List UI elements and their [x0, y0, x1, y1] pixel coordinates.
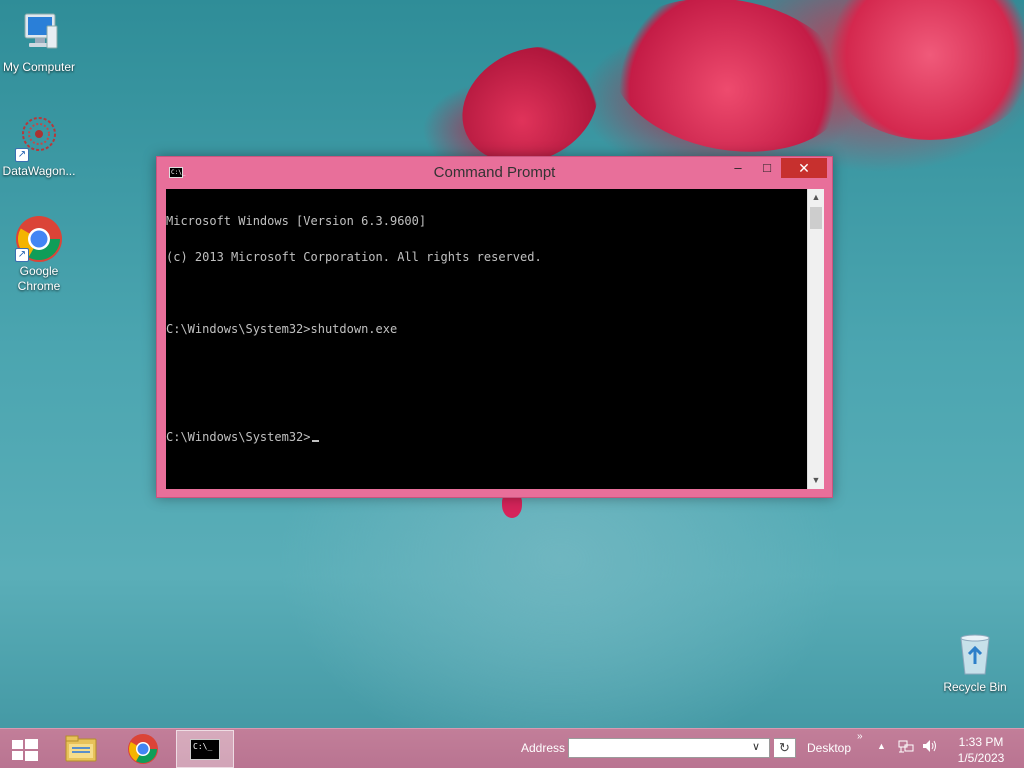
datawagon-icon: ↗ [15, 114, 63, 162]
shortcut-arrow-icon: ↗ [15, 148, 29, 162]
console-line: Microsoft Windows [Version 6.3.9600] [166, 214, 427, 228]
chrome-icon [128, 734, 158, 764]
address-dropdown-icon[interactable]: ∨ [752, 740, 760, 753]
wallpaper-petal [598, 0, 862, 170]
clock[interactable]: 1:33 PM 1/5/2023 [946, 734, 1016, 766]
taskbar-google-chrome[interactable] [114, 730, 172, 768]
toolbar-overflow-icon[interactable]: » [857, 731, 863, 742]
desktop-toolbar-label[interactable]: Desktop [807, 741, 851, 755]
desktop-icon-label: DataWagon... [2, 164, 76, 178]
taskbar-file-explorer[interactable] [52, 730, 110, 768]
start-button[interactable] [0, 730, 48, 768]
refresh-icon[interactable]: ↻ [774, 738, 796, 758]
folder-icon [65, 735, 97, 762]
taskbar-command-prompt[interactable]: C:\_ [176, 730, 234, 768]
shortcut-arrow-icon: ↗ [15, 248, 29, 262]
desktop-icon-my-computer[interactable]: My Computer [0, 10, 79, 75]
desktop-icon-label: Google Chrome [17, 264, 61, 293]
computer-icon [15, 10, 63, 58]
windows-logo-icon [12, 739, 38, 761]
desktop-icon-label: Recycle Bin [943, 680, 1007, 694]
scroll-thumb[interactable] [810, 207, 822, 229]
recycle-bin-icon [951, 630, 999, 678]
vertical-scrollbar[interactable]: ▲ ▼ [807, 189, 824, 489]
console-line: C:\Windows\System32>shutdown.exe [166, 322, 398, 336]
network-icon[interactable] [898, 740, 914, 757]
chrome-icon: ↗ [15, 214, 63, 262]
desktop-icon-recycle-bin[interactable]: Recycle Bin [935, 630, 1015, 695]
console-output[interactable]: Microsoft Windows [Version 6.3.9600] (c)… [166, 189, 807, 489]
maximize-button[interactable]: □ [753, 158, 781, 178]
command-prompt-window[interactable]: C:\_ Command Prompt – □ ✕ Microsoft Wind… [156, 156, 833, 498]
volume-icon[interactable] [922, 739, 938, 756]
wallpaper-petal [820, 0, 1024, 140]
address-input[interactable] [568, 738, 770, 758]
console-prompt: C:\Windows\System32> [166, 430, 311, 444]
desktop-icon-label: My Computer [2, 60, 76, 74]
minimize-button[interactable]: – [724, 158, 752, 178]
title-bar[interactable]: C:\_ Command Prompt – □ ✕ [157, 157, 832, 189]
desktop-icon-datawagon[interactable]: ↗ DataWagon... [0, 114, 79, 179]
clock-time: 1:33 PM [958, 735, 1004, 749]
scroll-down-button[interactable]: ▼ [808, 472, 824, 489]
clock-date: 1/5/2023 [957, 751, 1005, 765]
console-line: (c) 2013 Microsoft Corporation. All righ… [166, 250, 542, 264]
text-cursor [311, 440, 319, 442]
address-label: Address [521, 741, 566, 755]
scroll-up-button[interactable]: ▲ [808, 189, 824, 206]
taskbar: C:\_ Address ∨ ↻ Desktop » ▲ 1:33 PM 1/5… [0, 728, 1024, 768]
console-prompt-line[interactable]: C:\Windows\System32> [166, 431, 807, 443]
show-hidden-icons-button[interactable]: ▲ [877, 741, 886, 751]
cmd-icon: C:\_ [190, 739, 220, 760]
desktop-icon-google-chrome[interactable]: ↗ Google Chrome [0, 214, 79, 294]
close-button[interactable]: ✕ [781, 158, 827, 178]
